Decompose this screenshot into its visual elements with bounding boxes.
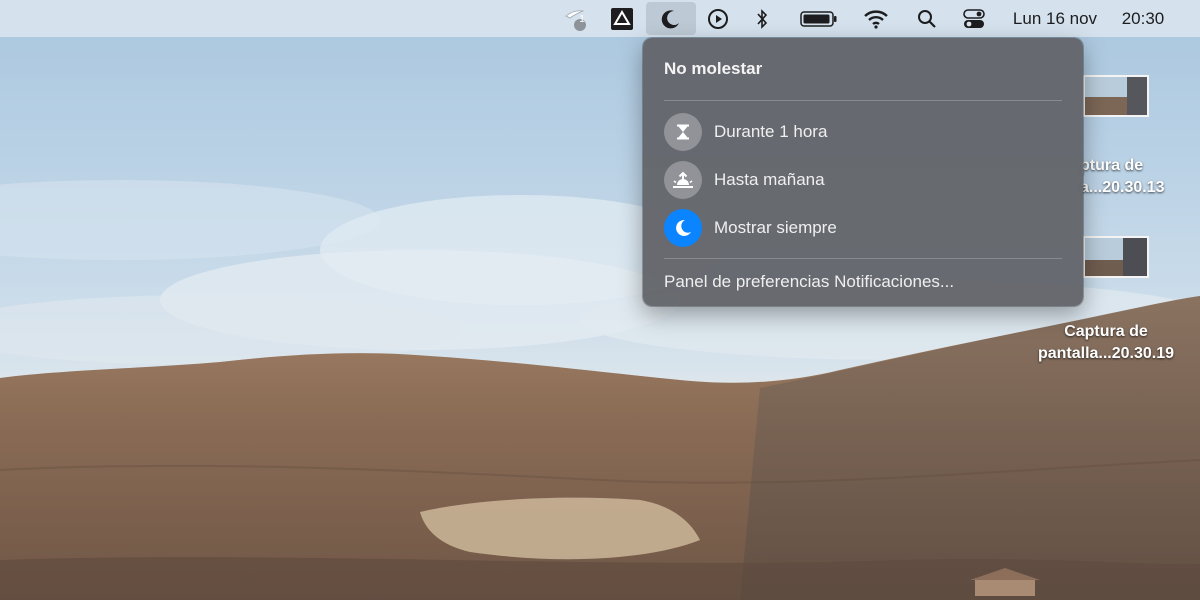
battery-icon[interactable] xyxy=(798,0,840,37)
option-until-tomorrow[interactable]: Hasta mañana xyxy=(664,160,1062,200)
search-icon xyxy=(918,9,936,28)
control-center-icon xyxy=(963,8,985,28)
divider xyxy=(664,100,1062,101)
do-not-disturb-panel: No molestar Durante 1 hora Hasta mañana … xyxy=(643,38,1083,306)
control-center-icon[interactable] xyxy=(961,0,987,37)
moon-icon xyxy=(676,219,691,236)
play-circle-icon xyxy=(708,8,728,29)
option-label: Durante 1 hora xyxy=(714,122,828,141)
moon-icon xyxy=(664,209,702,247)
feather-icon[interactable]: 1 xyxy=(560,0,590,37)
thumbnail-image xyxy=(1085,238,1147,276)
notification-preferences-link[interactable]: Panel de preferencias Notificaciones... xyxy=(664,272,954,292)
wifi-icon xyxy=(864,9,888,29)
hourglass-icon xyxy=(677,124,689,140)
google-drive-icon[interactable] xyxy=(609,0,635,37)
screenshot-thumbnail[interactable] xyxy=(1083,75,1149,117)
moon-icon xyxy=(661,9,679,28)
file-name-line1: Captura de xyxy=(1064,323,1148,340)
file-name-line2: pantalla...20.30.19 xyxy=(1037,345,1175,362)
play-circle-icon[interactable] xyxy=(705,0,731,37)
menubar-date[interactable]: Lun 16 nov xyxy=(1004,0,1106,37)
option-always-on[interactable]: Mostrar siempre xyxy=(664,208,1062,248)
google-drive-icon xyxy=(611,7,633,30)
desktop-file-2[interactable]: Captura de pantalla...20.30.19 xyxy=(1012,321,1200,365)
menubar-time[interactable]: 20:30 xyxy=(1112,0,1174,37)
desktop: 1 Lun 16 nov 20:30 ptura de a...20.30.13… xyxy=(0,0,1200,600)
option-one-hour[interactable]: Durante 1 hora xyxy=(664,112,1062,152)
notification-badge: 1 xyxy=(579,14,585,25)
menu-bar: 1 Lun 16 nov 20:30 xyxy=(0,0,1200,37)
panel-title: No molestar xyxy=(664,59,763,78)
option-label: Hasta mañana xyxy=(714,170,825,189)
search-icon[interactable] xyxy=(915,0,939,37)
sunrise-icon xyxy=(664,161,702,199)
hourglass-icon xyxy=(664,113,702,151)
bluetooth-icon[interactable] xyxy=(752,0,772,37)
divider xyxy=(664,258,1062,259)
wifi-icon[interactable] xyxy=(862,0,890,37)
bluetooth-icon xyxy=(757,8,768,29)
do-not-disturb-menu-button[interactable] xyxy=(646,2,696,35)
screenshot-thumbnail[interactable] xyxy=(1083,236,1149,278)
thumbnail-image xyxy=(1085,77,1147,115)
option-label: Mostrar siempre xyxy=(714,218,837,237)
sunrise-icon xyxy=(673,171,693,188)
battery-icon xyxy=(800,10,837,27)
